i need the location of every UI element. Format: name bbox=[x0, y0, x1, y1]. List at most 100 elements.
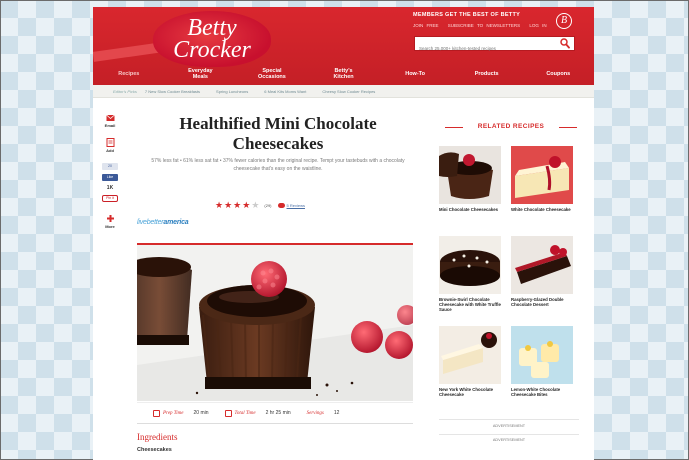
related-recipe-title[interactable]: Brownie-Swirl Chocolate Cheesecake with … bbox=[439, 297, 501, 312]
editors-picks-bar: Editor's Picks 7 New Slow Cooker Breakfa… bbox=[93, 85, 594, 98]
star-filled-icon: ★ bbox=[224, 200, 233, 210]
related-recipe-card[interactable]: Lemon-White Chocolate Cheesecake Bites bbox=[511, 326, 573, 397]
servings: Servings 12 bbox=[307, 410, 340, 416]
related-recipe-title[interactable]: Lemon-White Chocolate Cheesecake Bites bbox=[511, 387, 573, 397]
more-label: More bbox=[105, 224, 115, 229]
main-nav: Recipes Everyday Meals Special Occasions… bbox=[93, 63, 594, 85]
betty-b-badge-icon[interactable]: B bbox=[556, 13, 572, 29]
add-to-box-button[interactable]: Add bbox=[102, 138, 118, 153]
sidebar-divider bbox=[439, 419, 579, 420]
log-in-link[interactable]: LOG IN bbox=[529, 23, 546, 28]
servings-label: Servings bbox=[306, 410, 324, 416]
recipe-intro: 57% less fat • 61% less sat fat • 37% fe… bbox=[151, 158, 405, 172]
rating-stars[interactable]: ★★★★★ bbox=[215, 200, 260, 211]
email-share-button[interactable]: Email bbox=[102, 113, 118, 128]
partner-logo-part2: america bbox=[163, 219, 189, 226]
white-chocolate-cheesecake-image bbox=[511, 146, 573, 204]
nav-how-to[interactable]: How-To bbox=[379, 63, 451, 85]
reviews-link[interactable]: 5 Reviews bbox=[287, 203, 305, 208]
editors-pick-link[interactable]: 6 Meal Kits Moms Want bbox=[264, 89, 306, 94]
nav-special-occasions[interactable]: Special Occasions bbox=[236, 63, 308, 85]
related-recipe-thumbnail[interactable] bbox=[511, 146, 573, 204]
related-recipes-heading: RELATED RECIPES bbox=[445, 123, 577, 130]
facebook-like-count: 20 bbox=[102, 163, 118, 170]
plus-icon bbox=[106, 215, 114, 222]
pin-count: 1K bbox=[106, 185, 114, 191]
related-recipe-thumbnail[interactable] bbox=[511, 236, 573, 294]
cheesecake-photo-illustration bbox=[137, 245, 413, 401]
betty-crocker-logo[interactable]: Betty Crocker bbox=[153, 11, 271, 67]
share-toolbar: Email Add 20 Like 1K Pin it More bbox=[102, 113, 118, 239]
join-free-link[interactable]: JOIN FREE bbox=[413, 23, 439, 28]
recipe-title: Healthified Mini Chocolate Cheesecakes bbox=[179, 114, 377, 153]
related-recipe-title[interactable]: New York White Chocolate Cheesecake bbox=[439, 387, 501, 397]
recipe-rating: ★★★★★ (29) 5 Reviews bbox=[215, 200, 305, 211]
ingredients-heading: Ingredients bbox=[137, 432, 178, 442]
advertisement-label: ADVERTISEMENT bbox=[492, 438, 526, 442]
site-header: Betty Crocker MEMBERS GET THE BEST OF BE… bbox=[93, 7, 594, 85]
web-page: Betty Crocker MEMBERS GET THE BEST OF BE… bbox=[93, 7, 594, 460]
sidebar-divider bbox=[439, 434, 579, 435]
total-time-value: 2 hr 25 min bbox=[265, 410, 291, 416]
recipe-box-icon bbox=[106, 138, 114, 147]
editors-pick-link[interactable]: Spring Luncheons bbox=[216, 89, 248, 94]
related-recipe-thumbnail[interactable] bbox=[439, 326, 501, 384]
related-recipe-title[interactable]: Raspberry-Glazed Double Chocolate Desser… bbox=[511, 297, 573, 307]
star-filled-icon: ★ bbox=[215, 200, 224, 210]
live-better-america-logo[interactable]: livebetteramerica bbox=[137, 219, 189, 226]
email-icon bbox=[105, 114, 115, 121]
related-recipe-card[interactable]: White Chocolate Cheesecake bbox=[511, 146, 573, 212]
pinterest-pin-button[interactable]: Pin it bbox=[102, 195, 118, 202]
recipe-meta-bar: Prep Time 20 min Total Time 2 hr 25 min … bbox=[137, 402, 413, 424]
star-filled-icon: ★ bbox=[233, 200, 242, 210]
advertisement-label: ADVERTISEMENT bbox=[492, 424, 526, 428]
related-recipe-card[interactable]: Mini Chocolate Cheesecakes bbox=[439, 146, 501, 212]
related-recipe-title[interactable]: White Chocolate Cheesecake bbox=[511, 207, 573, 212]
related-recipe-card[interactable]: Brownie-Swirl Chocolate Cheesecake with … bbox=[439, 236, 501, 312]
prep-time-label: Prep Time bbox=[163, 410, 184, 416]
related-recipe-thumbnail[interactable] bbox=[439, 146, 501, 204]
related-recipe-card[interactable]: Raspberry-Glazed Double Chocolate Desser… bbox=[511, 236, 573, 307]
facebook-like-button[interactable]: Like bbox=[102, 174, 118, 181]
nav-everyday-meals[interactable]: Everyday Meals bbox=[165, 63, 237, 85]
new-york-white-chocolate-cheesecake-image bbox=[439, 326, 501, 384]
star-empty-icon: ★ bbox=[251, 200, 260, 210]
clock-icon bbox=[153, 409, 160, 417]
servings-value: 12 bbox=[333, 410, 340, 416]
partner-logo-part1: livebetter bbox=[137, 219, 164, 226]
editors-pick-link[interactable]: Cheesy Slow Cooker Recipes bbox=[322, 89, 375, 94]
ingredients-subheading: Cheesecakes bbox=[137, 447, 172, 453]
nav-coupons[interactable]: Coupons bbox=[522, 63, 594, 85]
subscribe-link[interactable]: SUBSCRIBE TO NEWSLETTERS bbox=[448, 23, 520, 28]
lemon-cheesecake-bites-image bbox=[511, 326, 573, 384]
clock-icon bbox=[224, 409, 232, 417]
related-recipe-thumbnail[interactable] bbox=[439, 236, 501, 294]
search-box bbox=[414, 36, 575, 55]
editors-picks-label: Editor's Picks bbox=[113, 88, 137, 94]
nav-bettys-kitchen[interactable]: Betty's Kitchen bbox=[308, 63, 380, 85]
related-recipe-card[interactable]: New York White Chocolate Cheesecake bbox=[439, 326, 501, 397]
nav-recipes[interactable]: Recipes bbox=[93, 63, 165, 85]
editors-pick-link[interactable]: 7 New Slow Cooker Breakfasts bbox=[145, 89, 200, 94]
search-input[interactable] bbox=[415, 42, 555, 55]
nav-products[interactable]: Products bbox=[451, 63, 523, 85]
search-icon[interactable] bbox=[560, 38, 570, 49]
logo-text-crocker: Crocker bbox=[173, 37, 251, 63]
recipe-photo[interactable] bbox=[137, 245, 413, 401]
more-share-button[interactable]: More bbox=[102, 214, 118, 229]
prep-time-value: 20 min bbox=[193, 410, 209, 416]
total-time-label: Total Time bbox=[234, 410, 256, 416]
related-recipe-thumbnail[interactable] bbox=[511, 326, 573, 384]
add-label: Add bbox=[106, 148, 114, 153]
related-recipe-title[interactable]: Mini Chocolate Cheesecakes bbox=[439, 207, 501, 212]
comment-bubble-icon bbox=[277, 203, 285, 208]
account-links: JOIN FREE SUBSCRIBE TO NEWSLETTERS LOG I… bbox=[413, 23, 553, 28]
prep-time: Prep Time 20 min bbox=[153, 409, 209, 417]
email-label: Email bbox=[104, 123, 116, 128]
brownie-swirl-cheesecake-image bbox=[439, 236, 501, 294]
raspberry-glazed-dessert-image bbox=[511, 236, 573, 294]
logo-text-betty: Betty bbox=[187, 15, 237, 41]
mini-chocolate-cheesecake-image bbox=[439, 146, 501, 204]
members-tagline: MEMBERS GET THE BEST OF BETTY bbox=[413, 12, 521, 18]
total-time: Total Time 2 hr 25 min bbox=[224, 409, 291, 417]
